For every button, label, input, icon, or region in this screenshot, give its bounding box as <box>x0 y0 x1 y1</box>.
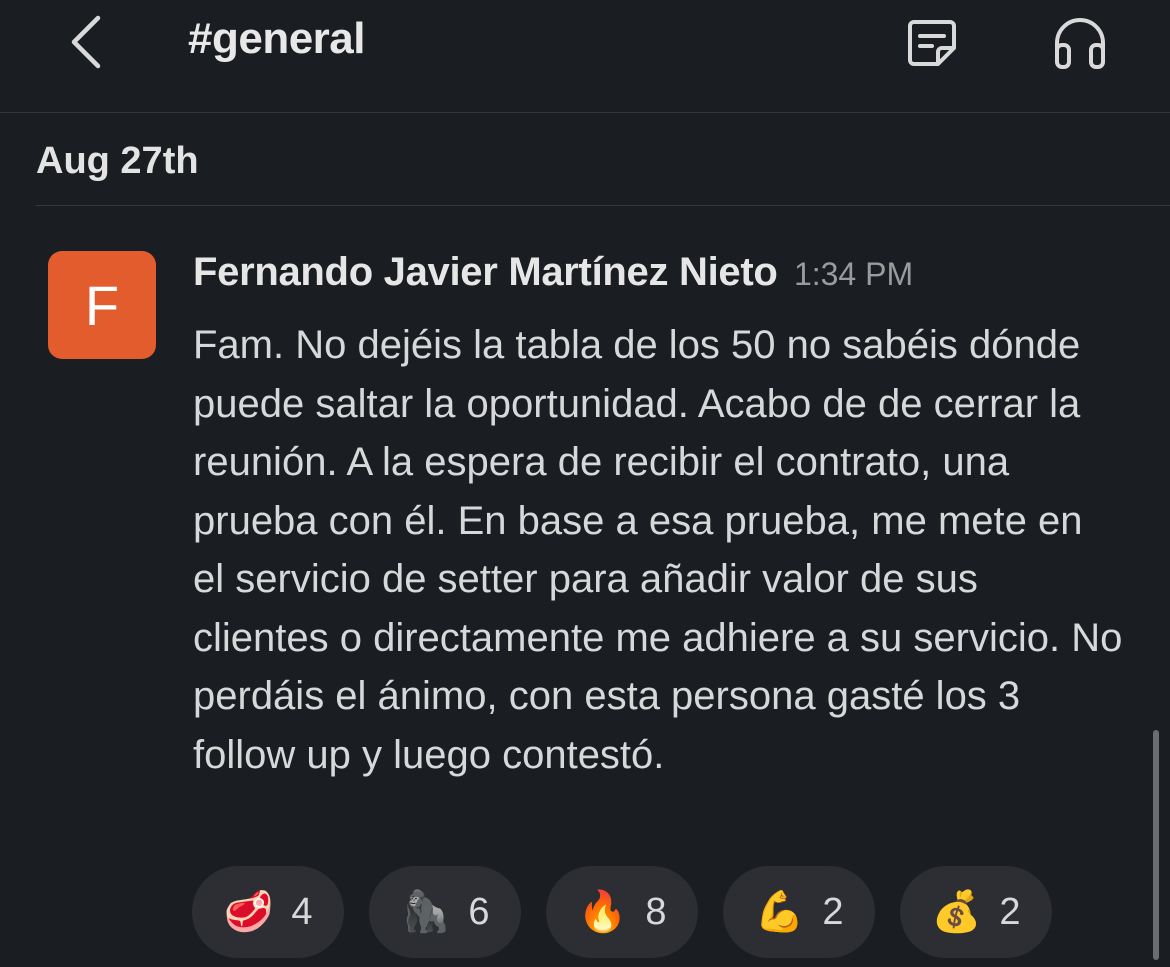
author-name[interactable]: Fernando Javier Martínez Nieto <box>193 250 778 294</box>
reaction-pill[interactable]: 🦍 6 <box>369 866 521 958</box>
steak-emoji: 🥩 <box>223 890 274 934</box>
avatar[interactable]: F <box>48 251 156 359</box>
chevron-left-icon <box>71 15 101 69</box>
channel-header: #general <box>0 0 1170 113</box>
divider <box>36 205 1170 206</box>
money-bag-emoji: 💰 <box>931 890 982 934</box>
reaction-bar: 🥩 4 🦍 6 🔥 8 💪 2 💰 2 <box>192 866 1052 958</box>
canvas-button[interactable] <box>902 12 962 72</box>
reaction-pill[interactable]: 🔥 8 <box>546 866 698 958</box>
message-timestamp: 1:34 PM <box>793 256 914 292</box>
headphones-icon <box>1055 18 1105 69</box>
reaction-pill[interactable]: 💪 2 <box>723 866 875 958</box>
message-header: Fernando Javier Martínez Nieto 1:34 PM <box>193 250 913 295</box>
reaction-count: 2 <box>822 890 844 933</box>
scrollbar[interactable] <box>1153 730 1159 960</box>
gorilla-emoji: 🦍 <box>400 890 451 934</box>
flexed-biceps-emoji: 💪 <box>754 890 805 934</box>
channel-title[interactable]: #general <box>188 14 365 64</box>
reaction-pill[interactable]: 💰 2 <box>900 866 1052 958</box>
message-text: Fam. No dejéis la tabla de los 50 no sab… <box>193 323 1123 777</box>
date-divider: Aug 27th <box>36 140 199 182</box>
reaction-pill[interactable]: 🥩 4 <box>192 866 344 958</box>
canvas-icon <box>908 20 956 66</box>
fire-emoji: 🔥 <box>577 890 628 934</box>
back-button[interactable] <box>62 12 110 72</box>
reaction-count: 2 <box>999 890 1021 933</box>
reaction-count: 4 <box>291 890 313 933</box>
reaction-count: 6 <box>468 890 490 933</box>
huddle-button[interactable] <box>1050 12 1110 72</box>
reaction-count: 8 <box>645 890 667 933</box>
